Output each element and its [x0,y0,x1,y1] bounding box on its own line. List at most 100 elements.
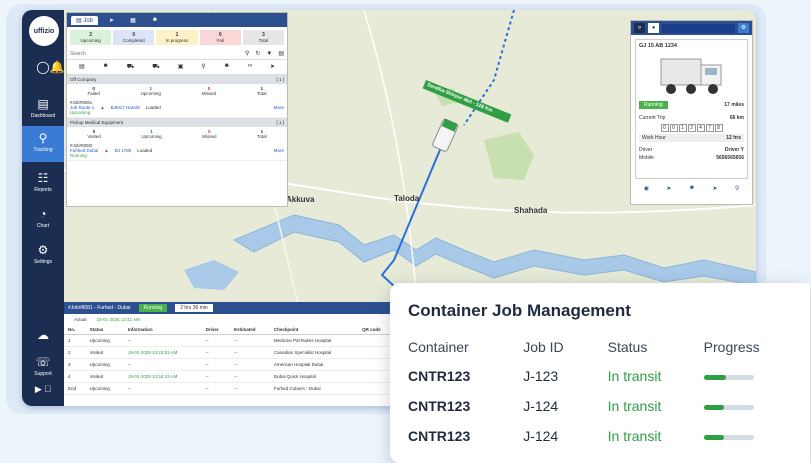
map-place-shahada: Shahada [514,206,548,215]
progress-bar [703,404,754,410]
group-stats: 0 Failed 1 Upcoming 0 Missed 1 Total [87,86,267,96]
sidebar-item-settings[interactable]: ⚙ Settings [22,238,64,270]
share-icon[interactable]: ➤ [270,63,275,71]
group-header-off-company[interactable]: Off Company [ 1 ] [67,75,287,84]
truck-image [639,53,744,97]
progress-fill [703,374,727,380]
navigate-icon[interactable]: ➤ [712,185,717,192]
driver-icon[interactable]: ☻ [689,185,695,192]
report-icon: ☷ [37,171,49,185]
tab-user-icon[interactable]: ☻ [147,16,163,24]
collapse-button[interactable]: » [634,23,645,33]
job-detail-panel: #Job#8081 - Furhed - Dubai Running 2 hrs… [64,302,394,406]
current-trip-row: Current Trip 66 km [639,115,744,121]
app-store-icons[interactable]: ▶  [22,384,64,395]
progress-fill [703,404,724,410]
count-completed[interactable]: 0 Completed [113,30,155,45]
vehicle-status-badge: Running [639,101,668,109]
group-stats: 0 Visited 1 Upcoming 0 Missed 1 Total [87,129,267,139]
vehicle-panel: » ● ⚙ GJ 15 AB 1234 Running 17 miles Cur… [630,20,753,205]
eye-icon[interactable]: ◉ [644,185,649,192]
table-row[interactable]: CNTR123 J-123 In transit [408,361,792,391]
job-toolbar: ▤ ☻ ⛟ ⛟ ▣ ⚲ ☻ ∞ ➤ [67,60,287,75]
sidebar-item-tracking[interactable]: ⚲ Tracking [22,126,64,162]
vehicle-card: GJ 15 AB 1234 Running 17 miles Current T… [635,39,748,179]
job-detail-header: #Job#8081 - Furhed - Dubai Running 2 hrs… [64,302,394,314]
zoom-icon[interactable]: ⚲ [735,185,739,192]
fleet-icon[interactable]: ⛟ [152,63,160,71]
alert-icon: ▲ [104,148,109,153]
sidebar-item-reports[interactable]: ☷ Reports [22,166,64,198]
table-row[interactable]: 3 Upcoming -- -- -- American Hospital Du… [64,358,394,371]
table-row[interactable]: End Upcoming -- -- -- Furhed Cubiers - D… [64,382,394,395]
more-link[interactable]: More [274,105,284,110]
count-in-progress[interactable]: 1 In progress [156,30,198,45]
card-title: Container Job Management [408,301,631,320]
gear-icon: ⚙ [37,243,49,257]
map-place-taloda: Taloda [394,194,420,203]
list-item[interactable]: #Job#8081 Job Route 1 ▲ BJM17 Hamilit Lo… [67,98,287,118]
settings-icon[interactable]: ⚙ [738,23,749,33]
work-hour-row: Work Hour 12 hrs [639,134,744,142]
job-panel-tabs: ▤ Job ➤ ▦ ☻ [67,13,287,27]
people-icon[interactable]: ☻ [224,63,230,71]
checkpoint-table: No. Status Information Driver Estimated … [64,325,394,395]
truck-icon[interactable]: ⛟ [127,63,135,71]
job-list-panel: ▤ Job ➤ ▦ ☻ 2 Upcoming 0 Completed 1 In pro… [66,12,288,207]
job-search-row: ⚲ ↻ ▼ ▤ [67,48,287,60]
user-tab-icon[interactable]: ● [648,23,659,33]
calendar-icon[interactable]: ▤ [278,50,284,57]
progress-bar [703,434,754,440]
vehicle-select[interactable] [662,23,735,33]
map-place-akkuva: Akkuva [286,195,315,204]
progress-fill [703,434,724,440]
sidebar-item-support[interactable]: ☏ Support [22,350,64,378]
cloud-upload-icon[interactable]: ☁ [22,328,64,342]
filter-icon[interactable]: ▼ [266,51,272,57]
job-actual-row: Actual 15-01-2025 13:41 AM [74,317,140,322]
odometer: 0 0 1 2 4 7 8 [639,124,744,132]
zoom-icon[interactable]: ⚲ [201,63,205,71]
group-header-pickup[interactable]: Pickup Medical Equipment [ 1 ] [67,118,287,127]
vehicle-actions: ◉ ➤ ☻ ➤ ⚲ [631,183,752,194]
lock-icon[interactable]: ▣ [178,63,184,71]
table-row[interactable]: 4 Visited 15-01-2025 13:54:43 AM -- -- D… [64,370,394,383]
table-row[interactable]: 1 Upcoming -- -- -- Medicine Pal Rakes H… [64,334,394,347]
vehicle-panel-header: » ● ⚙ [631,21,752,35]
sidebar: uffizio ◯ 🔔 ▤ Dashboard ⚲ Tracking ☷ Rep… [22,10,64,406]
tab-navigate-icon[interactable]: ➤ [104,16,119,25]
job-duration: 2 hrs 36 min [175,304,213,312]
dashboard-icon: ▤ [37,97,49,111]
container-table: Container Job ID Status Progress CNTR123… [408,333,792,451]
alert-icon: ▲ [100,105,105,110]
share-icon[interactable]: ➤ [666,185,671,192]
progress-bar [703,374,754,380]
table-row[interactable]: 2 Visited 15-01-2025 13:22:51 AM -- -- C… [64,346,394,359]
pie-chart-icon: ◔ [39,207,47,221]
table-row[interactable]: CNTR123 J-124 In transit [408,391,792,421]
vehicle-status-row: Running 17 miles [639,101,744,109]
search-icon[interactable]: ⚲ [245,50,249,57]
sidebar-item-chart[interactable]: ◔ Chart [22,202,64,234]
link-icon[interactable]: ∞ [248,63,252,71]
table-row[interactable]: CNTR123 J-124 In transit [408,421,792,451]
list-item[interactable]: #Job#8082 Fuhhed Dubai ▲ BJ 1786 Loaded … [67,141,287,161]
tab-grid-icon[interactable]: ▦ [125,16,141,25]
refresh-icon[interactable]: ↻ [255,50,260,57]
count-fail[interactable]: 0 Fail [199,30,241,45]
brand-logo: uffizio [29,16,59,46]
vehicle-plate: GJ 15 AB 1234 [639,43,678,49]
location-pin-icon: ⚲ [38,131,48,145]
count-upcoming[interactable]: 2 Upcoming [70,30,112,45]
mobile-row: Mobile 5656565656 [639,155,744,161]
person-icon[interactable]: ☻ [103,63,109,71]
list-icon[interactable]: ▤ [79,63,85,71]
driver-row: Driver Driver Y [639,147,744,153]
job-search-input[interactable] [70,49,241,58]
job-status-badge: Running [138,304,168,312]
more-link[interactable]: More [274,148,284,153]
count-total[interactable]: 3 Total [242,30,285,45]
sidebar-item-dashboard[interactable]: ▤ Dashboard [22,92,64,124]
job-counts: 2 Upcoming 0 Completed 1 In progress 0 Fail … [67,27,287,48]
tab-job[interactable]: ▤ Job [71,15,99,25]
